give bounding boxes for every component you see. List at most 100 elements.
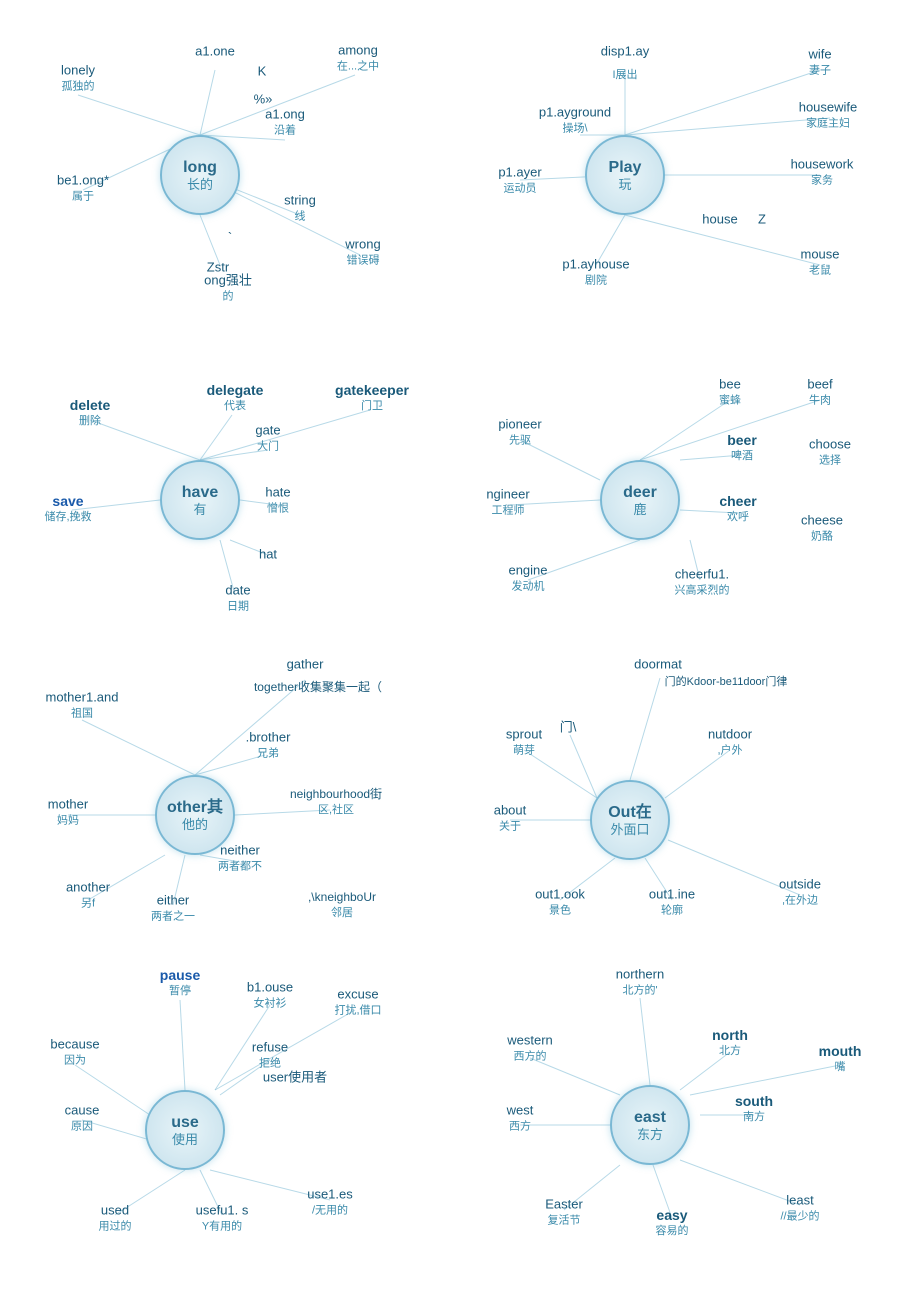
center-word-zh: 长的	[187, 177, 213, 193]
center-word-zh: 有	[193, 502, 206, 518]
word-west: west 西方	[507, 1102, 534, 1133]
word-map: long 长的 a1.one lonely 孤独的 K %» among 在..…	[0, 0, 920, 1301]
word-south: south 南方	[735, 1092, 773, 1124]
word-save: save 储存,挽救	[44, 492, 91, 524]
word-bee: bee 蜜蜂	[719, 376, 741, 407]
word-user: user使用者	[263, 1070, 327, 1087]
center-word-zh: 玩	[618, 177, 631, 193]
word-motherland: mother1.and 祖国	[46, 689, 119, 720]
word-easter: Easter 复活节	[545, 1196, 583, 1227]
center-word-en: Out在	[608, 803, 652, 822]
word-backtick: `	[228, 230, 232, 247]
word-useful: usefu1. s Y有用的	[196, 1202, 249, 1233]
connection-lines	[0, 0, 920, 1301]
center-word-zh: 使用	[172, 1132, 198, 1148]
word-brother: .brother 兄弟	[246, 729, 291, 760]
word-among: among 在...之中	[337, 42, 379, 73]
word-a1ong: a1.ong 沿着	[265, 106, 305, 137]
word-display-zh: I展出	[612, 68, 637, 82]
word-cheese: cheese 奶酪	[801, 512, 843, 543]
word-door-text: 门的Kdoor-be11door门律	[665, 675, 788, 689]
word-doormat: doormat	[634, 657, 682, 674]
center-word-en: use	[171, 1113, 199, 1132]
word-western: western 西方的	[507, 1032, 553, 1063]
center-word-en: other其	[167, 798, 223, 817]
word-neighbourhood: neighbourhood街 区,社区	[290, 787, 382, 817]
word-outlook: out1.ook 景色	[535, 886, 585, 917]
word-refuse: refuse 拒绝	[252, 1039, 288, 1070]
word-door-slash: 门\	[560, 720, 577, 737]
word-player: p1.ayer 运动员	[498, 164, 541, 195]
center-have: have 有	[160, 460, 240, 540]
word-delete: delete 删除	[70, 396, 110, 428]
word-gather: gather	[287, 657, 324, 674]
word-ong-strong: ong强壮 的	[204, 272, 252, 303]
word-playground: p1.ayground 操场\	[539, 104, 611, 135]
word-cheerful: cheerfu1. 兴高采烈的	[675, 566, 730, 597]
word-mouth: mouth 嘴	[819, 1042, 862, 1074]
word-pioneer: pioneer 先驱	[498, 416, 541, 447]
word-pause: pause 暂停	[160, 966, 200, 998]
word-blouse: b1.ouse 女衬衫	[247, 979, 293, 1010]
word-wife: wife 妻子	[808, 46, 831, 77]
center-play: Play 玩	[585, 135, 665, 215]
word-engine: engine 发动机	[508, 562, 547, 593]
word-z: Z	[758, 212, 766, 229]
word-housewife: housewife 家庭主妇	[799, 99, 858, 130]
word-cause: cause 原因	[65, 1102, 100, 1133]
word-outside: outside ,在外边	[779, 876, 821, 907]
center-word-zh: 他的	[182, 817, 208, 833]
center-long: long 长的	[160, 135, 240, 215]
center-word-zh: 鹿	[633, 502, 646, 518]
word-cheer: cheer 欢呼	[719, 492, 756, 524]
word-choose: choose 选择	[809, 436, 851, 467]
word-hate: hate 憎恨	[265, 484, 290, 515]
word-delegate: delegate 代表	[207, 381, 264, 413]
word-about: about 关于	[494, 802, 527, 833]
word-housework: housework 家务	[791, 156, 854, 187]
word-north: north 北方	[712, 1026, 748, 1058]
word-hat: hat	[259, 547, 277, 564]
word-neither: neither 两者都不	[218, 842, 262, 873]
word-sprout: sprout 萌芽	[506, 726, 542, 757]
center-deer: deer 鹿	[600, 460, 680, 540]
word-wrong: wrong 错误碍	[345, 236, 380, 267]
center-word-zh: 东方	[637, 1127, 663, 1143]
word-outline: out1.ine 轮廓	[649, 886, 695, 917]
word-useless: use1.es /无用的	[307, 1186, 353, 1217]
word-K: K	[258, 64, 267, 81]
word-northern: northern 北方的'	[616, 966, 664, 997]
word-either: either 两者之一	[151, 892, 195, 923]
word-display: disp1.ay	[601, 44, 649, 61]
center-out: Out在 外面口	[590, 780, 670, 860]
word-least: least //最少的	[780, 1192, 819, 1223]
word-mother: mother 妈妈	[48, 796, 88, 827]
word-beef: beef 牛肉	[807, 376, 832, 407]
word-nutdoor: nutdoor ,户外	[708, 726, 752, 757]
center-word-en: have	[182, 483, 218, 502]
center-word-en: long	[183, 158, 217, 177]
word-playhouse: p1.ayhouse 剧院	[562, 256, 629, 287]
word-used: used 用过的	[99, 1202, 132, 1233]
word-excuse: excuse 打扰,借口	[334, 986, 381, 1017]
word-together: together收集聚集一起（	[254, 680, 382, 696]
word-another: another 另f	[66, 879, 110, 910]
word-lonely: lonely 孤独的	[61, 62, 95, 93]
word-a1one: a1.one	[195, 44, 235, 61]
center-word-zh: 外面口	[610, 822, 649, 838]
center-use: use 使用	[145, 1090, 225, 1170]
word-easy: easy 容易的	[656, 1206, 689, 1238]
center-word-en: Play	[609, 158, 642, 177]
word-beer: beer 啤酒	[727, 431, 757, 463]
word-gate: gate 大门	[255, 422, 280, 453]
center-word-en: deer	[623, 483, 657, 502]
center-east: east 东方	[610, 1085, 690, 1165]
word-date: date 日期	[225, 582, 250, 613]
word-house: house	[702, 212, 737, 229]
word-mouse: mouse 老鼠	[800, 246, 839, 277]
word-neighbour: ,\kneighboUr 邻居	[308, 890, 376, 920]
word-string: string 线	[284, 192, 316, 223]
center-word-en: east	[634, 1108, 666, 1127]
word-ngineer: ngineer 工程师	[486, 486, 529, 517]
word-belong: be1.ong* 属于	[57, 172, 109, 203]
